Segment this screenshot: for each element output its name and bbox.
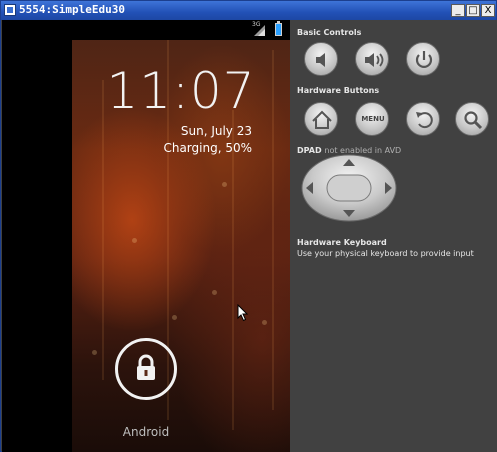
hardware-buttons-heading: Hardware Buttons [297,86,380,95]
battery-icon [275,21,282,36]
status-bar: 3G [72,20,290,40]
menu-button[interactable]: MENU [355,102,389,136]
app-icon [4,4,16,16]
wallpaper-speck [212,290,217,295]
volume-up-icon [365,53,384,67]
back-button[interactable] [406,102,440,136]
home-button[interactable] [304,102,338,136]
charging-status: Charging, 50% [163,141,252,155]
wallpaper-speck [222,182,227,187]
lockscreen-date: Sun, July 23 [180,124,252,138]
power-button[interactable] [406,42,440,76]
phone-screen[interactable]: 3G 11:07 Sun, July 23 Charging, 50% Andr… [72,20,290,452]
wallpaper-speck [92,350,97,355]
emulator-window: 5554:SimpleEdu30 _ □ X 3G 11:07 Sun, Jul… [0,0,497,452]
power-icon [415,51,433,68]
maximize-button[interactable]: □ [466,4,480,17]
title-bar[interactable]: 5554:SimpleEdu30 _ □ X [1,1,496,20]
hardware-keyboard-heading: Hardware Keyboard [297,238,387,247]
volume-down-button[interactable] [304,42,338,76]
volume-down-icon [316,53,325,67]
lockscreen-clock: 11:07 [106,62,256,120]
search-icon [464,111,483,130]
carrier-label: Android [122,425,170,439]
wallpaper-speck [172,315,177,320]
wallpaper-speck [132,238,137,243]
window-title: 5554:SimpleEdu30 [19,3,125,16]
unlock-handle[interactable] [115,338,177,400]
signal-icon [254,25,265,36]
dpad-control[interactable] [300,153,398,223]
hardware-keyboard-description: Use your physical keyboard to provide in… [297,249,474,258]
close-button[interactable]: X [481,4,495,17]
mouse-cursor-icon [237,304,249,322]
volume-up-button[interactable] [355,42,389,76]
wallpaper-speck [262,320,267,325]
lock-icon [137,354,155,380]
controls-panel: Basic Controls Hardware Buttons MENU DPA… [290,20,497,452]
minimize-button[interactable]: _ [451,4,465,17]
emulator-body: 3G 11:07 Sun, July 23 Charging, 50% Andr… [2,20,497,452]
home-icon [312,110,332,129]
back-icon [416,112,433,129]
screen-border [2,20,72,452]
menu-button-label: MENU [361,115,385,123]
wallpaper-streak [102,80,104,380]
wallpaper-streak [232,110,234,430]
basic-controls-heading: Basic Controls [297,28,362,37]
search-button[interactable] [455,102,489,136]
